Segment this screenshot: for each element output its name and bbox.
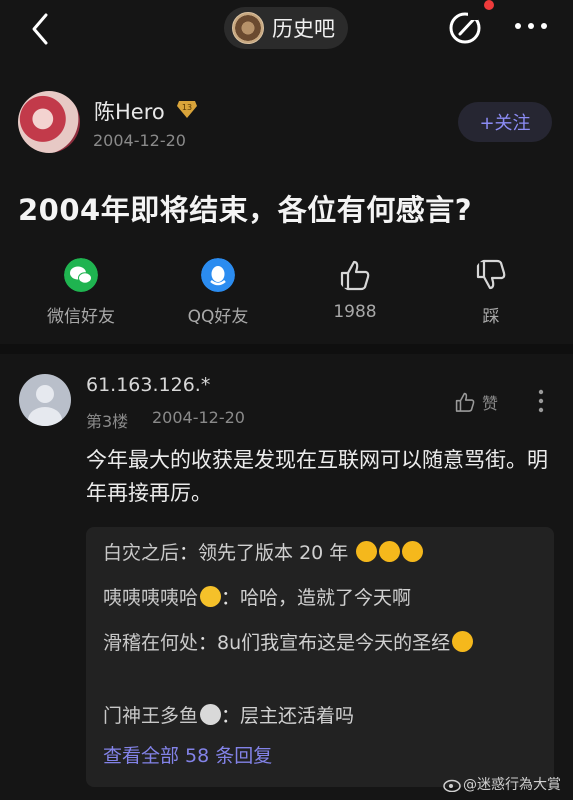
grin-squint-emoji [379, 541, 401, 562]
more-dots-icon[interactable] [513, 16, 549, 36]
commenter-avatar[interactable] [19, 374, 71, 426]
grin-emoji [452, 631, 474, 652]
edit-post-icon[interactable] [448, 8, 484, 46]
reply-separator: ： [221, 587, 241, 609]
comment-like-label: 赞 [482, 394, 499, 413]
reply-author[interactable]: 咦咦咦咦哈 [103, 587, 198, 609]
action-label: QQ好友 [187, 307, 249, 327]
like-count: 1988 [333, 302, 377, 322]
grin-squint-emoji [356, 541, 378, 562]
reply-separator: ： [179, 542, 199, 564]
reply-item[interactable]: 滑稽在何处：8u们我宣布这是今天的圣经 [103, 627, 533, 659]
thumbs-down-icon [476, 259, 506, 290]
action-label: 踩 [482, 307, 500, 327]
comment-more-icon[interactable] [534, 388, 548, 414]
reply-text: 哈哈，造就了今天啊 [240, 587, 412, 609]
weibo-icon [443, 779, 461, 792]
comment-body: 今年最大的收获是发现在互联网可以随意骂街。明年再接再厉。 [86, 448, 548, 505]
reply-separator: ： [221, 705, 241, 727]
reply-author[interactable]: 门神王多鱼 [103, 705, 198, 727]
forum-logo-icon [232, 12, 264, 44]
reply-item[interactable]: 白灾之后：领先了版本 20 年 [103, 537, 424, 569]
wechat-icon [64, 258, 98, 292]
thumbs-up-icon [455, 392, 475, 412]
comment-like-button[interactable]: 赞 [454, 389, 510, 415]
tears-of-joy-emoji [200, 586, 222, 607]
notification-dot [484, 0, 494, 10]
follow-button[interactable]: +关注 [458, 102, 552, 142]
qq-icon [201, 258, 235, 292]
watermark: @迷惑行為大賞 [443, 774, 561, 794]
comment-date: 2004-12-20 [152, 408, 245, 427]
reply-text: 领先了版本 20 年 [198, 542, 349, 564]
share-qq-button[interactable]: QQ好友 [158, 258, 278, 327]
reply-item[interactable]: 咦咦咦咦哈 ：哈哈，造就了今天啊 [103, 582, 411, 614]
default-user-icon [28, 385, 62, 426]
author-name[interactable]: 陈Hero [94, 96, 165, 126]
post-title: 2004年即将结束，各位有何感言? [18, 193, 473, 227]
vip-level-text: 13 [182, 103, 192, 112]
back-arrow-icon[interactable] [26, 12, 56, 46]
reply-text: 层主还活着吗 [240, 705, 355, 727]
reply-separator: ： [198, 632, 218, 654]
comment-floor: 第3楼 [86, 412, 129, 431]
forum-pill[interactable]: 历史吧 [224, 7, 348, 49]
share-wechat-button[interactable]: 微信好友 [21, 258, 141, 327]
dislike-post-button[interactable]: 踩 [431, 258, 551, 327]
reply-item[interactable]: 门神王多鱼 ：层主还活着吗 [103, 700, 354, 732]
author-avatar[interactable] [18, 91, 80, 153]
replies-box: 白灾之后：领先了版本 20 年 咦咦咦咦哈 ：哈哈，造就了今天啊 滑稽在何处：8u… [86, 527, 554, 787]
vip-level-badge-icon: 13 [177, 101, 197, 118]
post-date: 2004-12-20 [93, 131, 186, 150]
watermark-text: @迷惑行為大賞 [463, 777, 561, 793]
grin-squint-emoji [402, 541, 424, 562]
like-post-button[interactable]: 1988 [295, 258, 415, 322]
forum-name: 历史吧 [272, 17, 335, 41]
reply-author[interactable]: 白灾之后 [103, 542, 179, 564]
thumbs-up-icon [340, 260, 370, 291]
reply-text: 8u们我宣布这是今天的圣经 [217, 632, 451, 654]
mouse-face-emoji [200, 704, 222, 725]
commenter-name[interactable]: 61.163.126.* [86, 374, 210, 396]
reply-author[interactable]: 滑稽在何处 [103, 632, 198, 654]
section-divider [0, 344, 573, 354]
action-label: 微信好友 [47, 307, 115, 327]
top-bar: 历史吧 [0, 0, 573, 58]
view-all-replies-link[interactable]: 查看全部 58 条回复 [103, 741, 272, 768]
